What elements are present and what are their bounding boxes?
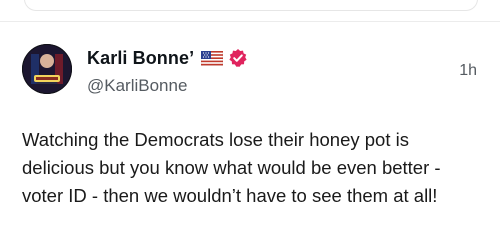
us-flag-icon — [200, 50, 224, 66]
post-card[interactable]: Karli Bonne’ @KarliBonne 1h Watching the… — [0, 22, 500, 250]
avatar[interactable] — [22, 44, 72, 94]
author-name[interactable]: Karli Bonne’ — [87, 48, 194, 69]
author-handle[interactable]: @KarliBonne — [87, 76, 187, 96]
avatar-image — [22, 44, 72, 94]
post-timestamp[interactable]: 1h — [459, 62, 477, 80]
author-row: Karli Bonne’ — [87, 46, 248, 70]
verified-badge-icon — [228, 48, 248, 68]
previous-post-card — [24, 0, 478, 11]
post-text: Watching the Democrats lose their honey … — [22, 129, 441, 206]
